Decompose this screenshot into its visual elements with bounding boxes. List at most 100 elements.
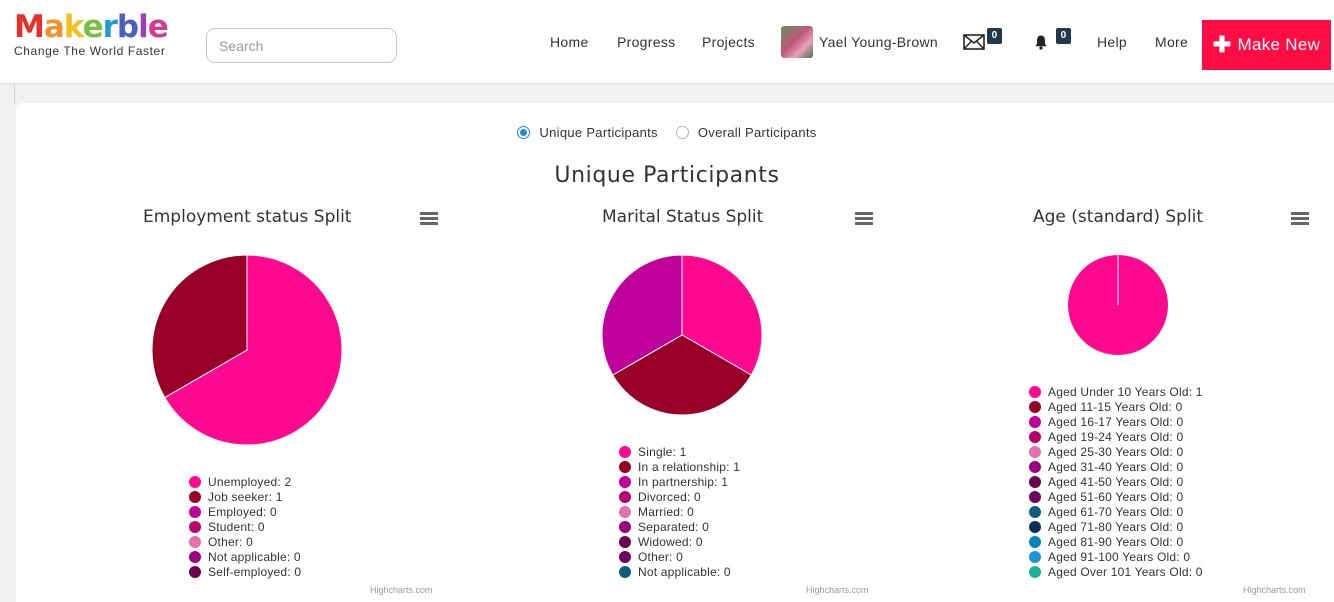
legend-item[interactable]: Employed: 0: [189, 504, 301, 519]
legend-item[interactable]: Aged 19-24 Years Old: 0: [1029, 429, 1203, 444]
legend-item[interactable]: Aged 71-80 Years Old: 0: [1029, 519, 1203, 534]
age-standard-chart: Age (standard) Split Aged Under 10 Years…: [900, 200, 1334, 602]
legend-label: Not applicable: 0: [208, 549, 301, 564]
legend-label: Aged 91-100 Years Old: 0: [1048, 549, 1191, 564]
highcharts-credits[interactable]: Highcharts.com: [806, 585, 869, 595]
legend-item[interactable]: Aged Under 10 Years Old: 1: [1029, 384, 1203, 399]
legend-item[interactable]: Not applicable: 0: [619, 564, 740, 579]
legend-label: Widowed: 0: [638, 534, 703, 549]
legend-item[interactable]: Aged 11-15 Years Old: 0: [1029, 399, 1203, 414]
logo-letter-6: l: [138, 9, 149, 45]
legend-label: Aged 41-50 Years Old: 0: [1048, 474, 1184, 489]
nav-notifications[interactable]: 0: [1033, 0, 1071, 84]
legend-item[interactable]: In partnership: 1: [619, 474, 740, 489]
nav-home[interactable]: Home: [550, 0, 589, 84]
highcharts-credits[interactable]: Highcharts.com: [1243, 585, 1306, 595]
makerble-logo[interactable]: Makerble Change The World Faster: [14, 9, 169, 58]
user-name: Yael Young-Brown: [819, 34, 938, 50]
legend-marker: [619, 520, 631, 533]
legend-label: Aged 16-17 Years Old: 0: [1048, 414, 1184, 429]
legend-item[interactable]: Separated: 0: [619, 519, 740, 534]
legend-item[interactable]: Student: 0: [189, 519, 301, 534]
legend-item[interactable]: In a relationship: 1: [619, 459, 740, 474]
legend-item[interactable]: Self-employed: 0: [189, 564, 301, 579]
legend-marker: [189, 505, 201, 518]
radio-button-unchecked[interactable]: [675, 126, 689, 139]
bell-icon: [1035, 35, 1047, 50]
logo-letter-4: r: [102, 9, 118, 45]
legend-marker: [619, 550, 631, 563]
radio-unique-participants[interactable]: Unique Participants: [517, 125, 658, 140]
legend-item[interactable]: Aged 41-50 Years Old: 0: [1029, 474, 1203, 489]
legend-item[interactable]: Other: 0: [189, 534, 301, 549]
nav-messages[interactable]: 0: [963, 0, 1002, 84]
participants-filter: Unique Participants Overall Participants: [0, 125, 1334, 140]
search-input[interactable]: [206, 28, 397, 63]
chart-title: Marital Status Split: [602, 207, 764, 227]
legend-marker: [1029, 490, 1041, 503]
legend-label: Divorced: 0: [638, 489, 701, 504]
legend-item[interactable]: Unemployed: 2: [189, 474, 301, 489]
legend-label: Aged Under 10 Years Old: 1: [1048, 384, 1203, 399]
chart-menu-icon[interactable]: [1291, 212, 1309, 226]
legend-item[interactable]: Aged 91-100 Years Old: 0: [1029, 549, 1203, 564]
legend-item[interactable]: Job seeker: 1: [189, 489, 301, 504]
legend-marker: [619, 475, 631, 488]
legend-marker: [1029, 400, 1041, 413]
make-new-label: Make New: [1237, 35, 1321, 54]
chart-menu-icon[interactable]: [855, 212, 873, 226]
legend-item[interactable]: Aged 81-90 Years Old: 0: [1029, 534, 1203, 549]
messages-count-badge: 0: [987, 28, 1002, 44]
legend-marker: [619, 565, 631, 578]
legend-item[interactable]: Aged 25-30 Years Old: 0: [1029, 444, 1203, 459]
logo-letter-7: e: [147, 9, 169, 45]
sidebar-divider: [14, 84, 15, 104]
highcharts-credits[interactable]: Highcharts.com: [370, 585, 433, 595]
logo-letter-5: b: [116, 9, 139, 45]
legend-marker: [1029, 505, 1041, 518]
radio-overall-participants[interactable]: Overall Participants: [675, 125, 817, 140]
legend-item[interactable]: Other: 0: [619, 549, 740, 564]
logo-letter-1: a: [43, 9, 65, 45]
legend-marker: [1029, 535, 1041, 548]
legend-marker: [1029, 520, 1041, 533]
nav-help[interactable]: Help: [1097, 0, 1127, 84]
legend-label: Aged 11-15 Years Old: 0: [1048, 399, 1183, 414]
legend-label: Single: 1: [638, 444, 687, 459]
legend-item[interactable]: Married: 0: [619, 504, 740, 519]
legend-label: Self-employed: 0: [208, 564, 302, 579]
legend-label: Married: 0: [638, 504, 695, 519]
make-new-button[interactable]: ✚ Make New: [1202, 20, 1331, 70]
legend-label: In partnership: 1: [638, 474, 729, 489]
nav-more[interactable]: More: [1155, 0, 1188, 84]
notifications-count-badge: 0: [1056, 28, 1071, 44]
legend-label: Other: 0: [638, 549, 683, 564]
logo-wordmark: Makerble: [14, 9, 169, 45]
legend-item[interactable]: Divorced: 0: [619, 489, 740, 504]
legend-item[interactable]: Aged 51-60 Years Old: 0: [1029, 489, 1203, 504]
legend-marker: [1029, 445, 1041, 458]
legend-item[interactable]: Single: 1: [619, 444, 740, 459]
chart-title: Age (standard) Split: [1033, 207, 1204, 227]
legend-item[interactable]: Aged 16-17 Years Old: 0: [1029, 414, 1203, 429]
legend-label: Other: 0: [208, 534, 253, 549]
legend-label: Separated: 0: [638, 519, 710, 534]
legend-item[interactable]: Aged 61-70 Years Old: 0: [1029, 504, 1203, 519]
nav-progress[interactable]: Progress: [617, 0, 675, 84]
legend-label: Not applicable: 0: [638, 564, 731, 579]
legend-marker: [619, 490, 631, 503]
legend-marker: [1029, 430, 1041, 443]
logo-letter-2: k: [63, 9, 84, 45]
nav-user-profile[interactable]: Yael Young-Brown: [781, 0, 938, 84]
legend-item[interactable]: Aged Over 101 Years Old: 0: [1029, 564, 1203, 579]
legend-label: Employed: 0: [208, 504, 277, 519]
legend-item[interactable]: Aged 31-40 Years Old: 0: [1029, 459, 1203, 474]
legend-item[interactable]: Widowed: 0: [619, 534, 740, 549]
nav-projects[interactable]: Projects: [702, 0, 755, 84]
legend-label: Aged 71-80 Years Old: 0: [1048, 519, 1184, 534]
legend-label: Unemployed: 2: [208, 474, 292, 489]
chart-title: Employment status Split: [143, 207, 352, 227]
legend-item[interactable]: Not applicable: 0: [189, 549, 301, 564]
chart-menu-icon[interactable]: [420, 212, 438, 226]
radio-button-checked[interactable]: [517, 126, 531, 139]
